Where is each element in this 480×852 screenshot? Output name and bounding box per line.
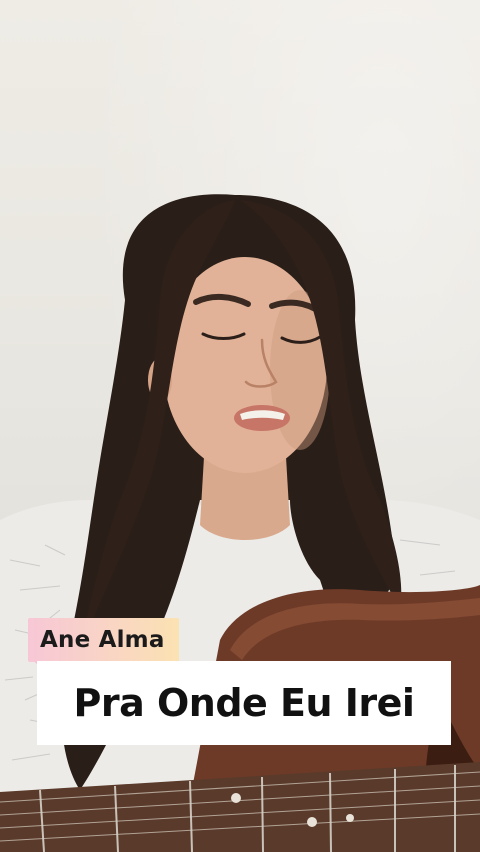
artist-name: Ane Alma [40,627,165,653]
song-title-box: Pra Onde Eu Irei [37,661,451,745]
song-title: Pra Onde Eu Irei [73,681,415,725]
video-frame: Ane Alma Pra Onde Eu Irei [0,0,480,852]
artist-tag: Ane Alma [28,618,179,670]
